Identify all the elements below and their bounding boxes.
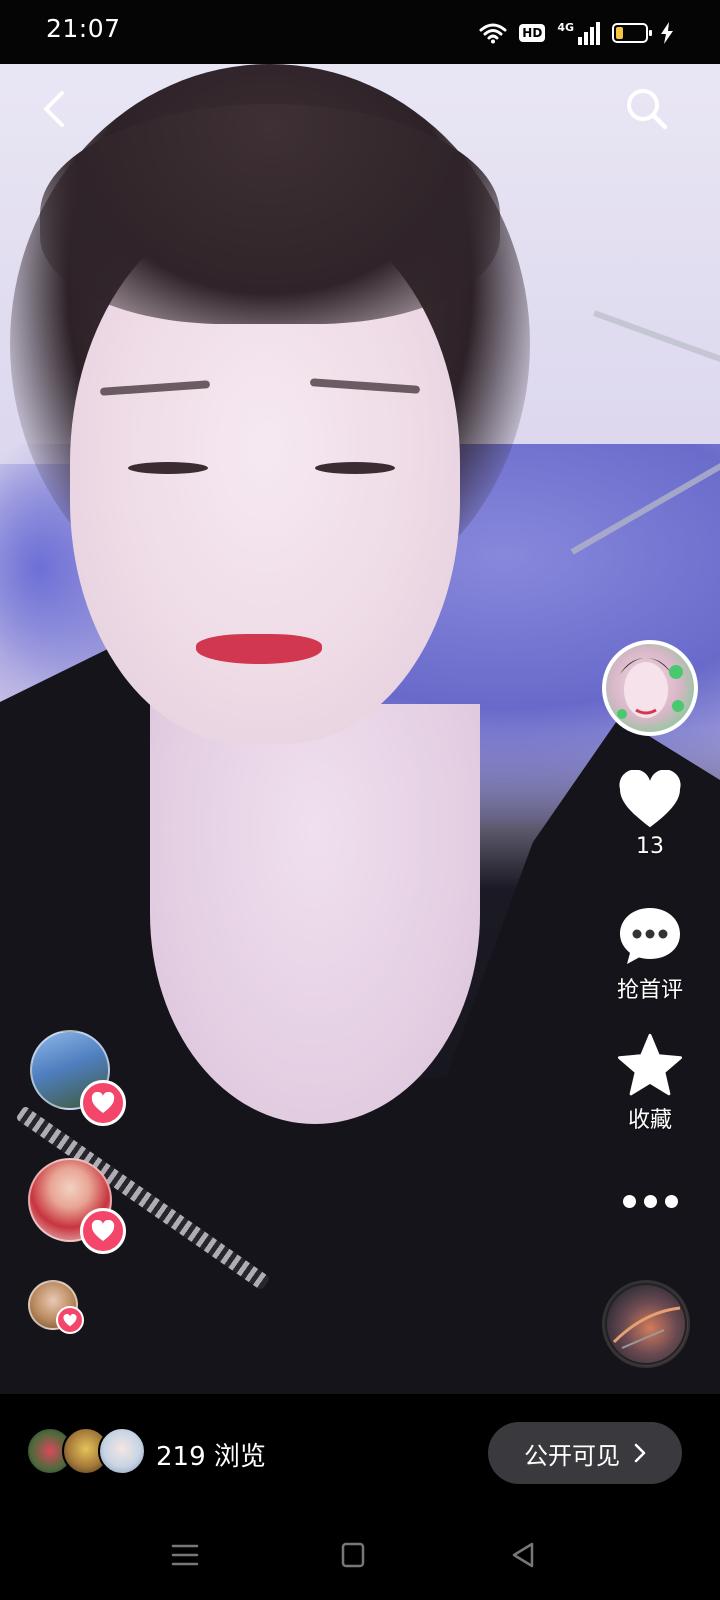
view-count-suffix: 浏览: [213, 1442, 266, 1472]
home-square-icon[interactable]: [338, 1540, 368, 1570]
chevron-left-icon: [44, 91, 64, 127]
signal-4g-icon: 4G: [557, 20, 600, 45]
heart-badge: [56, 1306, 84, 1334]
comment-label: 抢首评: [616, 978, 683, 1003]
more-button[interactable]: [602, 1186, 698, 1216]
heart-icon: [91, 1220, 115, 1241]
battery-level: [616, 27, 623, 39]
liker-avatar[interactable]: [28, 1280, 84, 1334]
viewer-avatar: [98, 1427, 146, 1475]
search-icon: [627, 89, 668, 130]
music-disc-cover: [605, 1283, 687, 1365]
music-disc[interactable]: [602, 1280, 690, 1368]
back-button[interactable]: [30, 84, 80, 134]
search-button[interactable]: [624, 86, 674, 136]
bottom-bar: 219 浏览 公开可见: [0, 1394, 720, 1510]
chevron-right-icon: [634, 1443, 646, 1463]
background-frame: [593, 310, 720, 364]
view-count-number: 219: [156, 1442, 206, 1472]
status-icons: HD 4G: [479, 18, 674, 48]
hd-icon: HD: [519, 24, 546, 42]
favorite-label: 收藏: [627, 1108, 672, 1133]
back-triangle-icon[interactable]: [508, 1540, 538, 1570]
comment-bubble-icon: [620, 908, 680, 964]
author-avatar-face: [617, 658, 684, 719]
person-eye: [315, 462, 395, 474]
view-count: 219 浏览: [156, 1436, 266, 1473]
person-lips: [196, 634, 322, 664]
charging-bolt-icon: [661, 22, 673, 44]
star-icon: [617, 1033, 683, 1096]
heart-icon: [63, 1313, 77, 1326]
more-dots-icon: [622, 1194, 678, 1208]
viewer-avatars[interactable]: [26, 1427, 146, 1477]
system-nav-bar: [0, 1510, 720, 1600]
comment-button[interactable]: 抢首评: [602, 904, 698, 1004]
person-eye: [128, 462, 208, 474]
wifi-icon: [479, 23, 507, 44]
visibility-label: 公开可见: [524, 1441, 620, 1470]
status-time: 21:07: [46, 14, 121, 43]
menu-icon[interactable]: [170, 1540, 200, 1570]
visibility-button[interactable]: 公开可见: [488, 1422, 682, 1484]
like-button[interactable]: 13: [602, 770, 698, 859]
heart-icon: [619, 770, 681, 828]
favorite-button[interactable]: 收藏: [602, 1032, 698, 1134]
like-count: 13: [636, 834, 664, 859]
person-fringe: [40, 104, 500, 324]
battery-icon: [612, 23, 652, 43]
status-bar: 21:07 HD 4G: [0, 0, 720, 64]
liker-avatar[interactable]: [30, 1030, 126, 1126]
heart-icon: [91, 1092, 115, 1113]
heart-badge: [80, 1208, 126, 1254]
heart-badge: [80, 1080, 126, 1126]
liker-avatar[interactable]: [28, 1158, 126, 1254]
person-neck: [150, 704, 480, 1124]
author-avatar[interactable]: [602, 640, 698, 736]
network-label: 4G: [557, 20, 574, 34]
